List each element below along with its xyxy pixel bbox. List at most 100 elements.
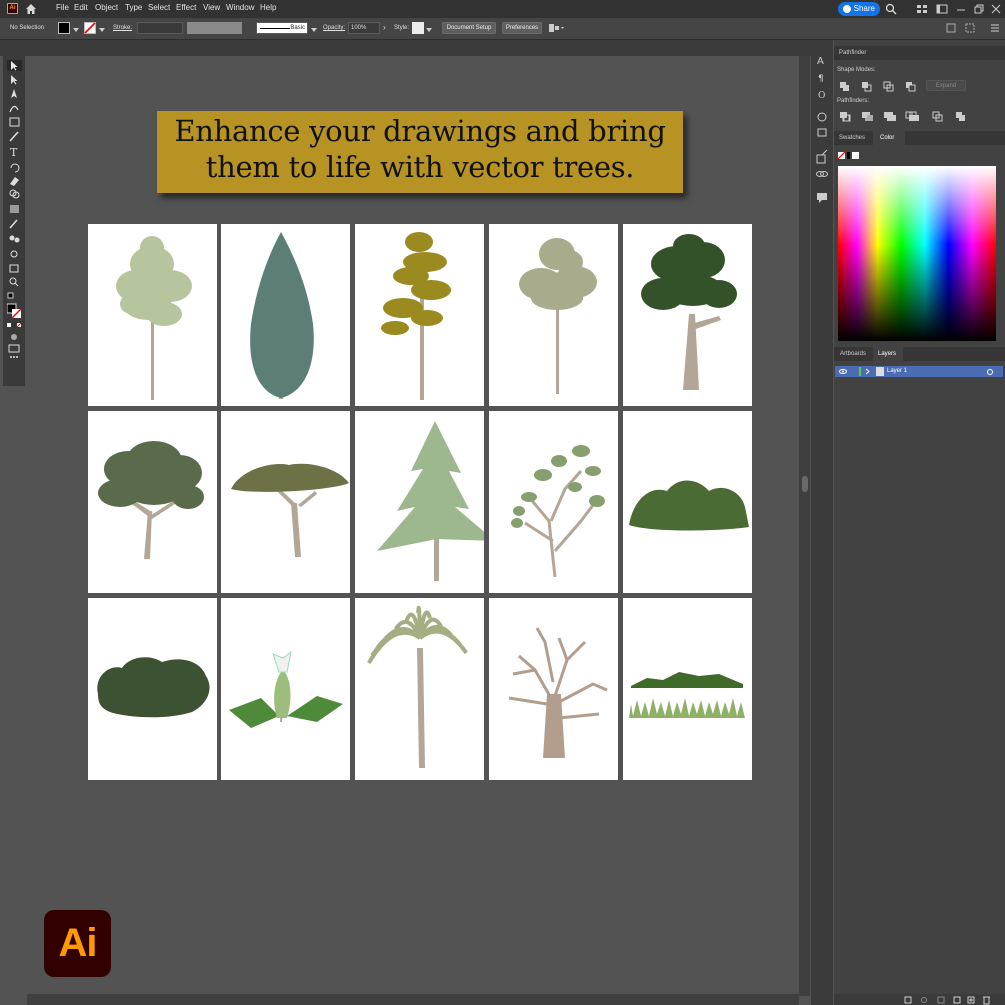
menu-type[interactable]: Type bbox=[125, 3, 142, 12]
fill-swatch[interactable] bbox=[58, 22, 70, 34]
default-fill-stroke-icon bbox=[7, 292, 14, 299]
rotate-tool-icon bbox=[10, 163, 20, 173]
chevron-down-icon[interactable] bbox=[311, 28, 317, 32]
banner-line-1: Enhance your drawings and bring bbox=[174, 114, 666, 148]
menu-icon[interactable] bbox=[990, 23, 1000, 33]
tab-artboards[interactable]: Artboards bbox=[840, 351, 866, 357]
character-panel-icon: A bbox=[817, 56, 824, 67]
menu-file[interactable]: File bbox=[56, 3, 69, 12]
tree-card-pine-ochre[interactable] bbox=[355, 224, 484, 406]
minus-back-icon bbox=[956, 112, 965, 121]
menu-window[interactable]: Window bbox=[226, 3, 254, 12]
panel-dock-icons: A ¶ O bbox=[816, 56, 828, 203]
workspace-icon[interactable] bbox=[936, 3, 948, 15]
divide-icon bbox=[841, 112, 851, 122]
align-icon[interactable] bbox=[548, 22, 566, 34]
brush-definition[interactable]: Basic bbox=[256, 22, 308, 34]
screen-mode-icon bbox=[8, 344, 20, 353]
transform-icon[interactable] bbox=[965, 23, 975, 33]
opacity-field[interactable]: 100% bbox=[348, 22, 380, 34]
graphic-style-swatch[interactable] bbox=[412, 22, 424, 34]
tab-layers[interactable]: Layers bbox=[878, 351, 896, 357]
tree-card-spreading-olive[interactable] bbox=[88, 411, 217, 593]
tree-card-acacia[interactable] bbox=[221, 411, 350, 593]
close-icon[interactable] bbox=[990, 3, 1002, 15]
person-icon bbox=[843, 5, 851, 13]
menu-select[interactable]: Select bbox=[148, 3, 170, 12]
none-white-swatch-icon[interactable] bbox=[837, 151, 861, 160]
chevron-right-icon[interactable]: › bbox=[383, 23, 386, 32]
tree-card-fir-light[interactable] bbox=[355, 411, 484, 593]
tree-card-birch-sage[interactable] bbox=[489, 224, 618, 406]
chevron-down-icon[interactable] bbox=[99, 28, 105, 32]
menu-object[interactable]: Object bbox=[95, 3, 118, 12]
menu-edit[interactable]: Edit bbox=[74, 3, 88, 12]
crop-icon bbox=[909, 111, 919, 121]
svg-text:¶: ¶ bbox=[818, 74, 824, 84]
home-icon[interactable] bbox=[24, 2, 38, 16]
opacity-label[interactable]: Opacity: bbox=[323, 25, 345, 31]
direct-selection-tool-icon bbox=[11, 75, 18, 85]
title-banner[interactable]: Enhance your drawings and bring them to … bbox=[157, 111, 683, 193]
chevron-down-icon[interactable] bbox=[426, 28, 432, 32]
tree-card-flower-plant[interactable] bbox=[221, 598, 350, 780]
stroke-label[interactable]: Stroke: bbox=[113, 25, 132, 31]
grass-strip-illustration bbox=[629, 672, 745, 718]
fill-stroke-swatch-icon bbox=[7, 303, 22, 319]
color-mode-icon bbox=[7, 322, 22, 328]
chevron-down-icon[interactable] bbox=[73, 28, 79, 32]
layer-thumbnail-icon bbox=[876, 367, 884, 376]
menu-effect[interactable]: Effect bbox=[176, 3, 196, 12]
gradient-tool-icon bbox=[10, 205, 19, 213]
variable-width-profile[interactable] bbox=[187, 22, 242, 34]
tab-color[interactable]: Color bbox=[880, 135, 894, 141]
bare-tree-illustration bbox=[508, 627, 608, 758]
scrollbar-thumb[interactable] bbox=[802, 476, 808, 492]
minimize-icon[interactable] bbox=[955, 3, 967, 15]
tree-card-oak-dark[interactable] bbox=[623, 224, 752, 406]
target-icon[interactable] bbox=[986, 368, 994, 376]
tree-card-broadleaf-pale[interactable] bbox=[88, 224, 217, 406]
tree-card-grass-strip[interactable] bbox=[623, 598, 752, 780]
arrange-documents-icon[interactable] bbox=[916, 3, 928, 15]
delete-icon bbox=[983, 996, 990, 1005]
menu-help[interactable]: Help bbox=[260, 3, 276, 12]
tab-pathfinder[interactable]: Pathfinder bbox=[839, 50, 866, 56]
app-icon[interactable]: Ai bbox=[7, 3, 18, 14]
restore-icon[interactable] bbox=[973, 3, 985, 15]
appearance-panel-icon bbox=[817, 128, 827, 137]
style-label: Style: bbox=[394, 25, 410, 31]
tree-card-sapling[interactable] bbox=[489, 411, 618, 593]
comments-panel-icon bbox=[817, 193, 827, 203]
expand-button[interactable]: Expand bbox=[926, 80, 966, 91]
tree-card-palm[interactable] bbox=[355, 598, 484, 780]
tree-card-bare-tree[interactable] bbox=[489, 598, 618, 780]
draw-mode-icon bbox=[11, 334, 17, 340]
shrub-green-illustration bbox=[629, 480, 749, 531]
pathfinders-row[interactable] bbox=[838, 111, 968, 123]
search-icon bbox=[921, 997, 927, 1003]
preferences-button[interactable]: Preferences bbox=[502, 22, 542, 34]
horizontal-scrollbar[interactable] bbox=[27, 994, 799, 1005]
layer-name[interactable]: Layer 1 bbox=[887, 368, 907, 374]
search-icon[interactable] bbox=[885, 3, 897, 15]
tree-card-shrub-green[interactable] bbox=[623, 411, 752, 593]
document-setup-button[interactable]: Document Setup bbox=[442, 22, 496, 34]
birch-sage-illustration bbox=[519, 238, 597, 394]
stroke-swatch-none-icon[interactable] bbox=[84, 22, 96, 34]
curvature-tool-icon bbox=[9, 105, 19, 113]
new-layer-icon bbox=[967, 996, 975, 1004]
menu-view[interactable]: View bbox=[203, 3, 220, 12]
stroke-weight-field[interactable] bbox=[137, 22, 183, 34]
tree-card-cypress[interactable] bbox=[221, 224, 350, 406]
arrange-icon[interactable] bbox=[946, 23, 956, 33]
outline-icon bbox=[932, 111, 943, 122]
intersect-icon bbox=[883, 81, 894, 92]
color-spectrum[interactable] bbox=[838, 166, 996, 341]
exclude-icon bbox=[906, 82, 916, 92]
tree-card-hedge-dark[interactable] bbox=[88, 598, 217, 780]
vertical-scrollbar[interactable] bbox=[799, 56, 810, 996]
share-button[interactable]: Share bbox=[838, 2, 880, 16]
layers-footer-icons[interactable] bbox=[904, 995, 1002, 1005]
tab-swatches[interactable]: Swatches bbox=[839, 135, 865, 141]
